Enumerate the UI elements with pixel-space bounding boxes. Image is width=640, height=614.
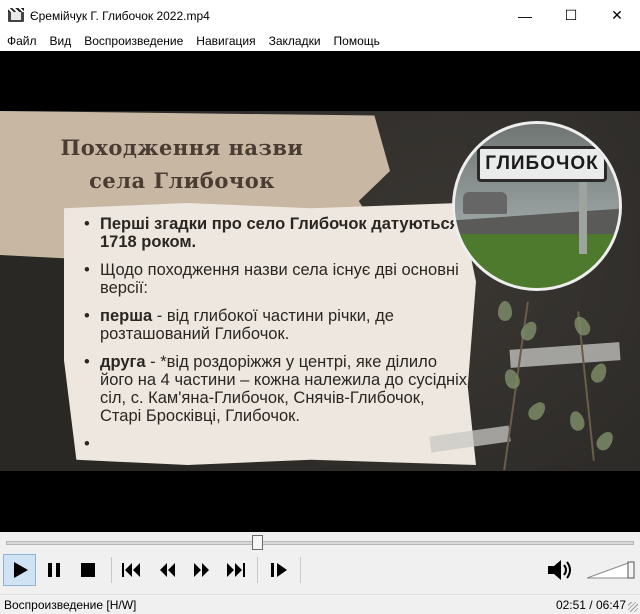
slide-title: Походження назви села Глибочок: [32, 131, 332, 197]
village-sign-photo: ГЛИБОЧОК: [452, 121, 622, 291]
menu-playback[interactable]: Воспроизведение: [77, 31, 189, 51]
menu-navigation[interactable]: Навигация: [189, 31, 261, 51]
slide-title-line-1: Походження назви: [60, 135, 304, 160]
bullet-item: друга - *від роздоріжжя у центрі, яке ді…: [84, 353, 468, 425]
title-bar: Єремійчук Г. Глибочок 2022.mp4 — ☐ ✕: [0, 0, 640, 31]
minimize-button[interactable]: —: [502, 0, 548, 31]
rewind-button[interactable]: [152, 554, 182, 586]
village-sign: ГЛИБОЧОК: [477, 146, 607, 182]
status-bar: Воспроизведение [H/W] 02:51 / 06:47: [0, 594, 640, 614]
separator: [111, 557, 112, 583]
volume-slider[interactable]: [586, 560, 635, 580]
skip-back-icon: [122, 563, 140, 577]
app-icon: [8, 7, 24, 24]
seek-bar[interactable]: [6, 541, 634, 545]
close-button[interactable]: ✕: [594, 0, 640, 31]
seek-handle[interactable]: [252, 535, 264, 550]
prev-button[interactable]: [116, 554, 146, 586]
rewind-icon: [160, 563, 175, 577]
video-area[interactable]: Походження назви села Глибочок Перші зга…: [0, 51, 640, 532]
speaker-icon: [548, 560, 571, 580]
menu-file[interactable]: Файл: [0, 31, 43, 51]
bullet-text: Щодо походження назви села існує дві осн…: [100, 261, 459, 297]
play-button[interactable]: [3, 554, 36, 586]
bullet-list: Перші згадки про село Глибочок датуються…: [84, 215, 468, 453]
next-button[interactable]: [221, 554, 251, 586]
bullet-text: Перші згадки про село Глибочок датуються…: [100, 215, 460, 251]
stop-button[interactable]: [72, 554, 104, 586]
play-icon: [13, 562, 28, 578]
pause-button[interactable]: [38, 554, 70, 586]
bullet-item: Щодо походження назви села існує дві осн…: [84, 261, 468, 297]
menu-bar: Файл Вид Воспроизведение Навигация Закла…: [0, 31, 640, 51]
stop-icon: [81, 563, 95, 577]
leaf-icon: [498, 301, 512, 321]
bullet-strong: перша: [100, 307, 153, 325]
player-controls: [0, 532, 640, 594]
bullet-text: - *від роздоріжжя у центрі, яке ділило й…: [100, 353, 468, 425]
video-frame: Походження назви села Глибочок Перші зга…: [0, 111, 640, 471]
forward-button[interactable]: [187, 554, 217, 586]
pause-icon: [48, 563, 60, 577]
frame-step-icon: [271, 563, 287, 577]
separator: [300, 557, 301, 583]
bullet-strong: друга: [100, 353, 146, 371]
resize-grip[interactable]: [628, 602, 638, 612]
bullet-item: перша - від глибокої частини річки, де р…: [84, 307, 468, 343]
fast-forward-icon: [194, 563, 209, 577]
separator: [257, 557, 258, 583]
mute-button[interactable]: [546, 557, 574, 583]
playback-status: Воспроизведение [H/W]: [4, 597, 137, 612]
menu-bookmarks[interactable]: Закладки: [262, 31, 327, 51]
volume-level: [586, 561, 635, 579]
car: [463, 192, 507, 214]
skip-forward-icon: [227, 563, 245, 577]
menu-help[interactable]: Помощь: [327, 31, 386, 51]
frame-step-button[interactable]: [264, 554, 296, 586]
maximize-button[interactable]: ☐: [548, 0, 594, 31]
bullet-item: Перші згадки про село Глибочок датуються…: [84, 215, 468, 251]
window-title: Єремійчук Г. Глибочок 2022.mp4: [30, 8, 210, 23]
slide-title-line-2: села Глибочок: [89, 168, 275, 193]
menu-view[interactable]: Вид: [43, 31, 78, 51]
